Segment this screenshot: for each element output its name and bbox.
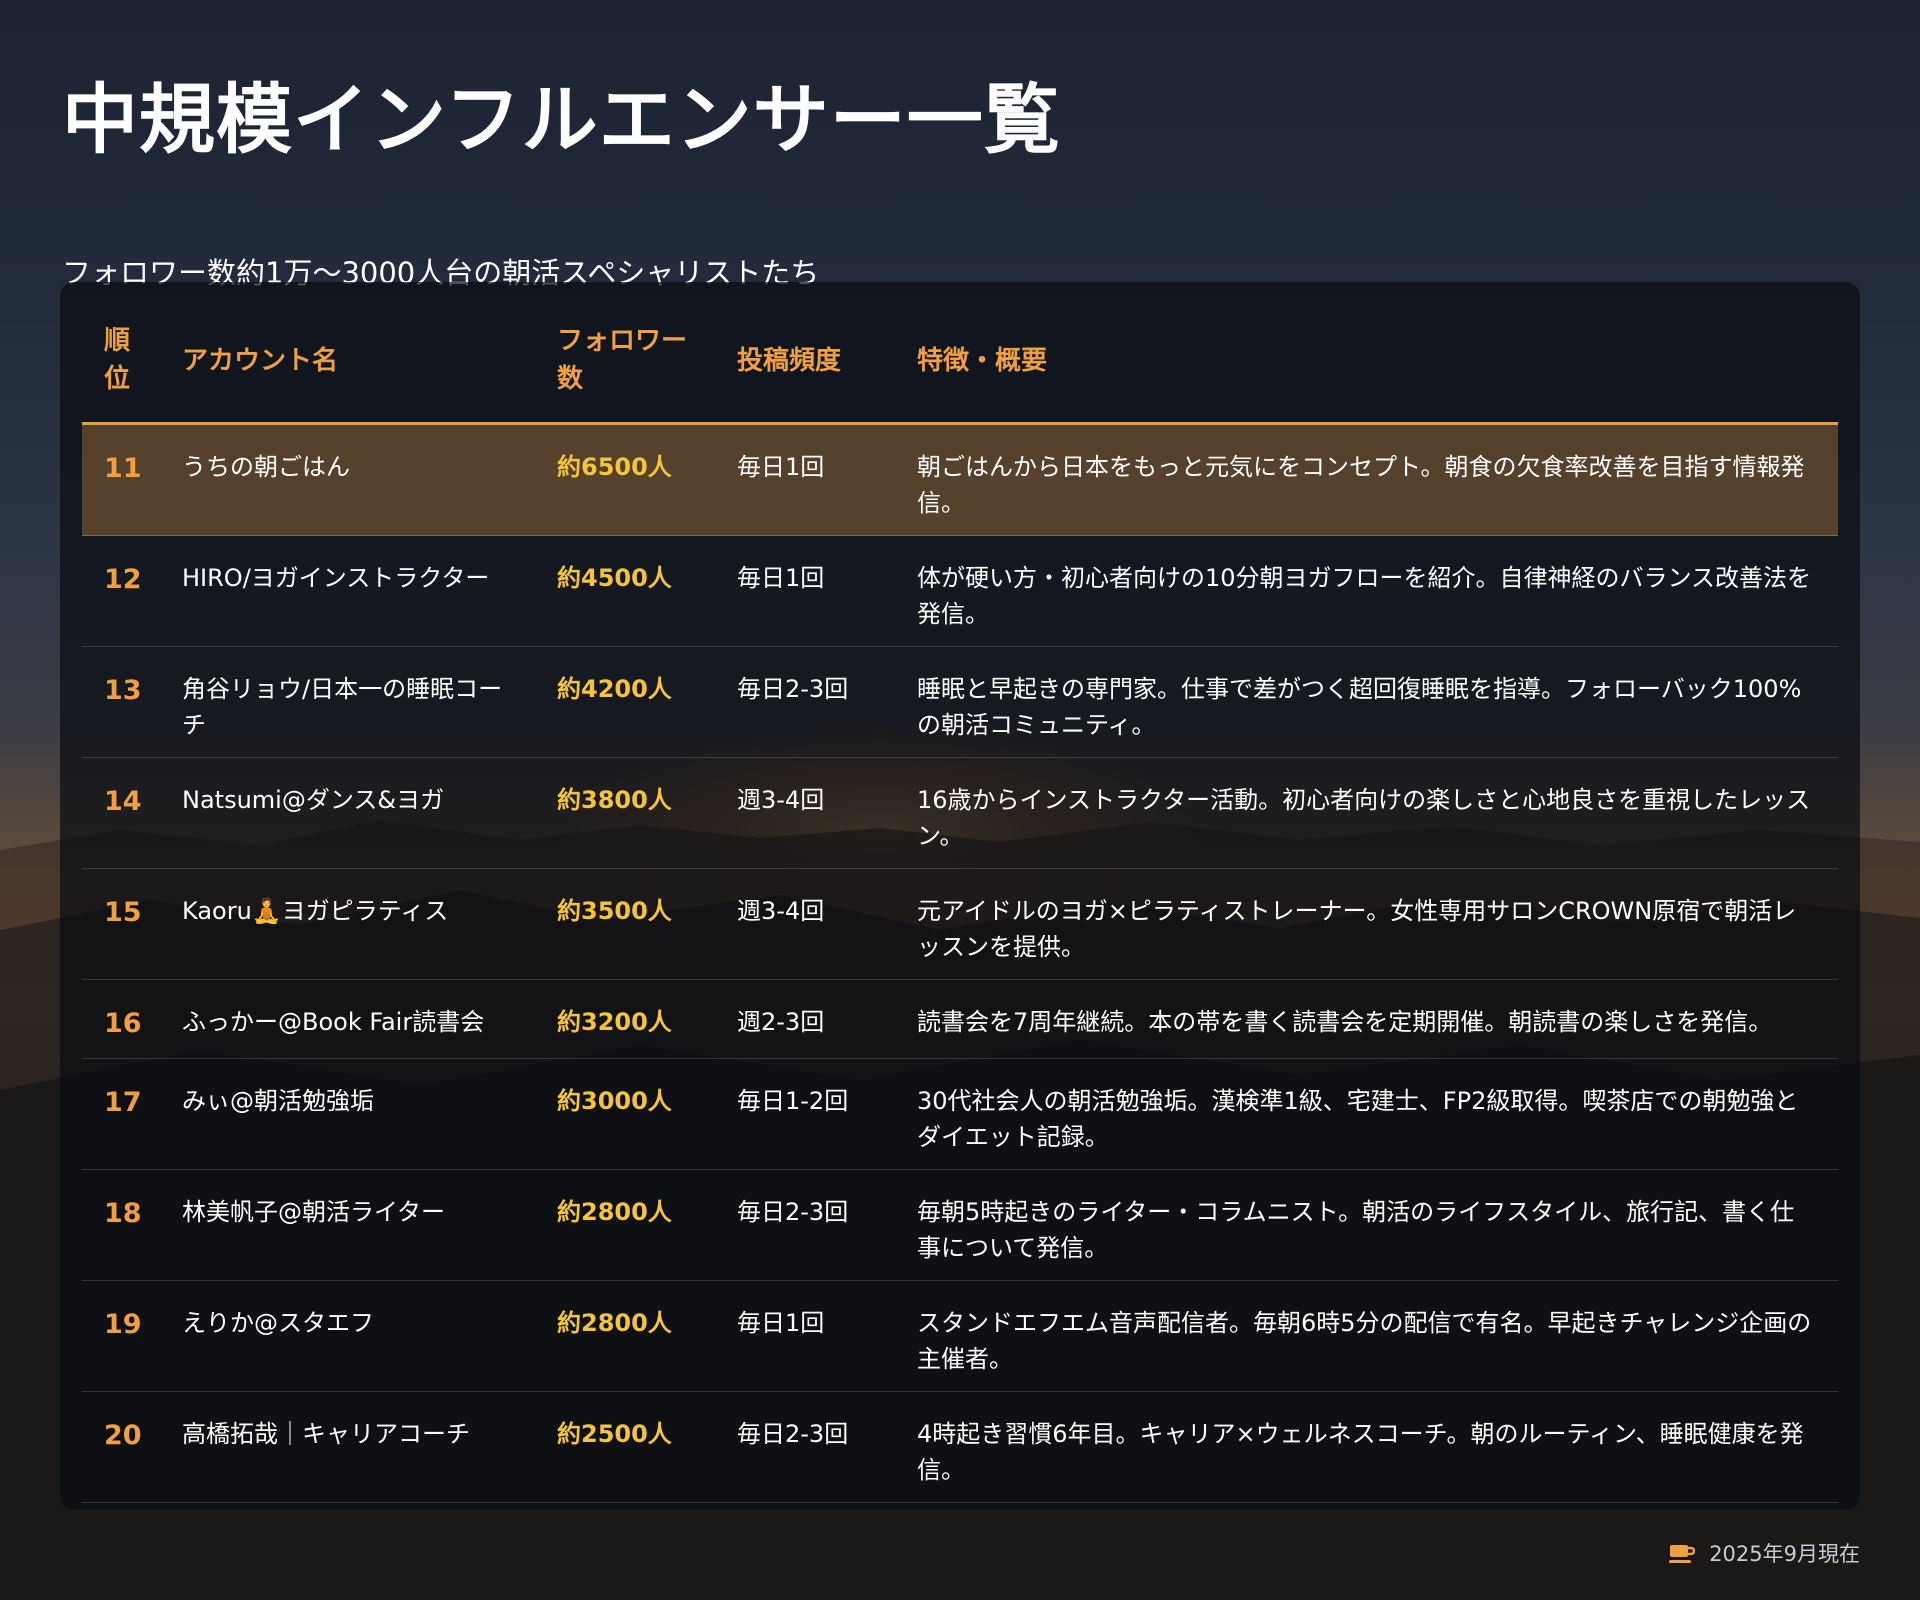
frequency-cell: 毎日2-3回 [737, 675, 849, 703]
followers-cell: 約3800人 [557, 786, 672, 814]
account-name-cell: えりか@スタエフ [182, 1309, 374, 1337]
followers-cell: 約2800人 [557, 1309, 672, 1337]
description-cell: 30代社会人の朝活勉強垢。漢検準1級、宅建士、FP2級取得。喫茶店での朝勉強とダ… [917, 1087, 1799, 1151]
account-name-cell: 林美帆子@朝活ライター [182, 1198, 446, 1226]
rank-cell: 18 [104, 1198, 142, 1229]
followers-cell: 約3000人 [557, 1087, 672, 1115]
frequency-cell: 毎日1回 [737, 453, 825, 481]
followers-cell: 約2500人 [557, 1420, 672, 1448]
description-cell: 睡眠と早起きの専門家。仕事で差がつく超回復睡眠を指導。フォローバック100%の朝… [917, 675, 1802, 739]
account-name-cell: うちの朝ごはん [182, 453, 350, 481]
table-row: 17 みぃ@朝活勉強垢 約3000人 毎日1-2回 30代社会人の朝活勉強垢。漢検準1級… [82, 1059, 1838, 1170]
account-name-cell: Kaoru🧘ヨガピラティス [182, 897, 449, 925]
table-row: 20 高橋拓哉｜キャリアコーチ 約2500人 毎日2-3回 4時起き習慣6年目。キャリア… [82, 1392, 1838, 1503]
table-row: 14 Natsumi@ダンス&ヨガ 約3800人 週3-4回 16歳からインストラクター… [82, 758, 1838, 869]
frequency-cell: 週3-4回 [737, 786, 825, 814]
description-cell: 読書会を7周年継続。本の帯を書く読書会を定期開催。朝読書の楽しさを発信。 [917, 1008, 1773, 1036]
footer: 2025年9月現在 [1669, 1538, 1860, 1568]
table-row: 16 ふっかー@Book Fair読書会 約3200人 週2-3回 読書会を7周年継続。… [82, 980, 1838, 1059]
rank-cell: 11 [104, 453, 142, 484]
followers-cell: 約6500人 [557, 453, 672, 481]
description-cell: 朝ごはんから日本をもっと元気にをコンセプト。朝食の欠食率改善を目指す情報発信。 [917, 453, 1805, 517]
rank-cell: 13 [104, 675, 142, 706]
column-header-description: 特徴・概要 [917, 346, 1048, 376]
frequency-cell: 毎日2-3回 [737, 1420, 849, 1448]
table-row: 11 うちの朝ごはん 約6500人 毎日1回 朝ごはんから日本をもっと元気にをコンセプト… [82, 425, 1838, 536]
account-name-cell: ふっかー@Book Fair読書会 [182, 1008, 485, 1036]
influencer-table-panel: 順位 アカウント名 フォロワー数 投稿頻度 特徴・概要 11 うちの朝ごはん 約65… [60, 282, 1860, 1510]
followers-cell: 約4200人 [557, 675, 672, 703]
followers-cell: 約3500人 [557, 897, 672, 925]
frequency-cell: 毎日1-2回 [737, 1087, 849, 1115]
description-cell: 4時起き習慣6年目。キャリア×ウェルネスコーチ。朝のルーティン、睡眠健康を発信。 [917, 1420, 1804, 1484]
description-cell: 16歳からインストラクター活動。初心者向けの楽しさと心地良さを重視したレッスン。 [917, 786, 1811, 850]
frequency-cell: 毎日1回 [737, 564, 825, 592]
column-header-account: アカウント名 [182, 346, 339, 376]
page-title: 中規模インフルエンサー一覧 [62, 75, 1061, 164]
frequency-cell: 週3-4回 [737, 897, 825, 925]
influencer-table: 順位 アカウント名 フォロワー数 投稿頻度 特徴・概要 11 うちの朝ごはん 約65… [82, 282, 1838, 1503]
page-header: 中規模インフルエンサー一覧 フォロワー数約1万〜3000人台の朝活スペシャリスト… [62, 70, 1061, 290]
rank-cell: 14 [104, 786, 142, 817]
rank-cell: 16 [104, 1008, 142, 1039]
followers-cell: 約3200人 [557, 1008, 672, 1036]
table-body: 11 うちの朝ごはん 約6500人 毎日1回 朝ごはんから日本をもっと元気にをコンセプト… [82, 425, 1838, 1503]
description-cell: 毎朝5時起きのライター・コラムニスト。朝活のライフスタイル、旅行記、書く仕事につ… [917, 1198, 1795, 1262]
rank-cell: 20 [104, 1420, 142, 1451]
table-row: 13 角谷リョウ/日本一の睡眠コーチ 約4200人 毎日2-3回 睡眠と早起きの専門家。… [82, 647, 1838, 758]
table-row: 18 林美帆子@朝活ライター 約2800人 毎日2-3回 毎朝5時起きのライター・コラム… [82, 1170, 1838, 1281]
column-header-followers: フォロワー数 [557, 326, 688, 394]
table-row: 12 HIRO/ヨガインストラクター 約4500人 毎日1回 体が硬い方・初心者向けの1… [82, 536, 1838, 647]
table-row: 19 えりか@スタエフ 約2800人 毎日1回 スタンドエフエム音声配信者。毎朝6時5分… [82, 1281, 1838, 1392]
rank-cell: 19 [104, 1309, 142, 1340]
frequency-cell: 毎日2-3回 [737, 1198, 849, 1226]
rank-cell: 17 [104, 1087, 142, 1118]
rank-cell: 15 [104, 897, 142, 928]
frequency-cell: 毎日1回 [737, 1309, 825, 1337]
frequency-cell: 週2-3回 [737, 1008, 825, 1036]
rank-cell: 12 [104, 564, 142, 595]
account-name-cell: 角谷リョウ/日本一の睡眠コーチ [182, 675, 503, 739]
table-header: 順位 アカウント名 フォロワー数 投稿頻度 特徴・概要 [82, 282, 1838, 425]
account-name-cell: HIRO/ヨガインストラクター [182, 564, 490, 592]
account-name-cell: 高橋拓哉｜キャリアコーチ [182, 1420, 470, 1448]
footer-date: 2025年9月現在 [1709, 1542, 1860, 1566]
coffee-cup-icon [1669, 1545, 1696, 1563]
description-cell: スタンドエフエム音声配信者。毎朝6時5分の配信で有名。早起きチャレンジ企画の主催… [917, 1309, 1812, 1373]
table-row: 15 Kaoru🧘ヨガピラティス 約3500人 週3-4回 元アイドルのヨガ×ピラティス… [82, 869, 1838, 980]
account-name-cell: みぃ@朝活勉強垢 [182, 1087, 374, 1115]
description-cell: 体が硬い方・初心者向けの10分朝ヨガフローを紹介。自律神経のバランス改善法を発信… [917, 564, 1812, 628]
description-cell: 元アイドルのヨガ×ピラティストレーナー。女性専用サロンCROWN原宿で朝活レッス… [917, 897, 1797, 961]
followers-cell: 約2800人 [557, 1198, 672, 1226]
column-header-frequency: 投稿頻度 [737, 346, 842, 376]
followers-cell: 約4500人 [557, 564, 672, 592]
account-name-cell: Natsumi@ダンス&ヨガ [182, 786, 445, 814]
column-header-rank: 順位 [104, 326, 131, 394]
